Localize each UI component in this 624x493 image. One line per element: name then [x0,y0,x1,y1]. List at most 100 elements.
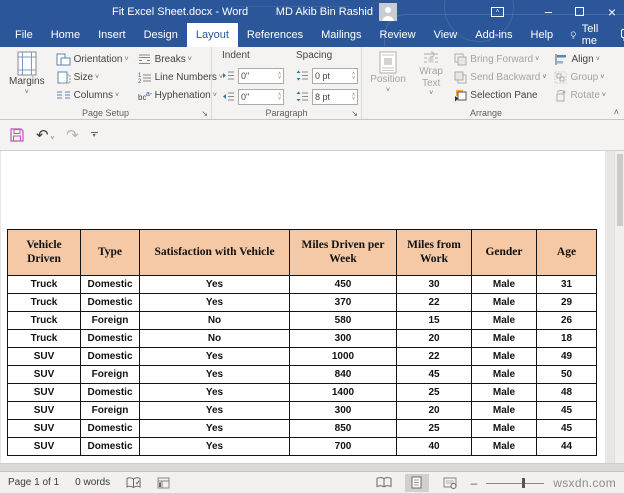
table-cell[interactable]: SUV [7,401,81,420]
hyphenation-button[interactable]: bc a- Hyphenation ˅ [137,86,223,104]
table-cell[interactable]: Male [471,383,537,402]
save-button[interactable] [10,128,24,142]
ribbon-display-options-button[interactable]: ˄ [491,0,504,23]
zoom-out-button[interactable]: – [471,476,478,490]
table-cell[interactable]: 700 [289,437,397,456]
table-cell[interactable]: Male [471,437,537,456]
tab-layout[interactable]: Layout [186,23,238,47]
table-cell[interactable]: Male [471,311,537,330]
table-cell[interactable]: 31 [536,275,597,294]
table-cell[interactable]: 450 [289,275,397,294]
table-cell[interactable]: Male [471,275,537,294]
dialog-launcher-icon[interactable]: ↘ [351,110,358,118]
table-cell[interactable]: 840 [289,365,397,384]
table-cell[interactable]: Male [471,347,537,366]
tab-design[interactable]: Design [135,23,187,47]
table-cell[interactable]: 40 [396,437,472,456]
indent-left-input[interactable]: 0" ˄ ˅ [238,67,284,84]
tab-file[interactable]: File [6,23,42,47]
scrollbar-thumb[interactable] [617,154,623,226]
table-cell[interactable]: Yes [139,365,290,384]
table-cell[interactable]: 45 [536,419,597,438]
send-backward-button[interactable]: Send Backward ˅ [454,68,546,86]
spacing-after-input[interactable]: 8 pt ˄ ˅ [312,88,358,105]
table-cell[interactable]: 25 [396,383,472,402]
table-cell[interactable]: Yes [139,293,290,312]
table-cell[interactable]: Foreign [80,311,140,330]
zoom-slider-thumb[interactable] [522,477,526,488]
table-cell[interactable]: 44 [536,437,597,456]
breaks-button[interactable]: Breaks ˅ [137,50,223,68]
close-button[interactable]: × [608,0,616,23]
proofing-status-button[interactable] [126,476,141,489]
table-cell[interactable]: 370 [289,293,397,312]
table-cell[interactable]: 18 [536,329,597,348]
read-mode-button[interactable] [372,474,396,492]
table-cell[interactable]: Domestic [80,383,140,402]
table-cell[interactable]: 20 [396,329,472,348]
table-cell[interactable]: Domestic [80,293,140,312]
rotate-button[interactable]: Rotate ˅ [554,86,606,104]
undo-button[interactable]: ↶ ˅ [36,126,54,144]
table-cell[interactable]: 15 [396,311,472,330]
table-cell[interactable]: 20 [396,401,472,420]
spinner-arrows-icon[interactable]: ˄ ˅ [352,71,355,80]
table-cell[interactable]: Truck [7,275,81,294]
minimize-button[interactable]: – [545,0,552,23]
customize-qat-button[interactable]: ▾ [90,132,98,139]
table-cell[interactable]: Domestic [80,437,140,456]
table-header-cell[interactable]: Miles Driven per Week [289,229,397,276]
maximize-button[interactable] [575,0,584,23]
table-cell[interactable]: 45 [396,365,472,384]
table-cell[interactable]: 25 [396,419,472,438]
tab-insert[interactable]: Insert [89,23,135,47]
table-header-cell[interactable]: Vehicle Driven [7,229,81,276]
table-cell[interactable]: 30 [396,275,472,294]
table-cell[interactable]: Truck [7,329,81,348]
indent-right-input[interactable]: 0" ˄ ˅ [238,88,284,105]
table-cell[interactable]: 49 [536,347,597,366]
table-cell[interactable]: Male [471,293,537,312]
table-cell[interactable]: 22 [396,347,472,366]
collapse-ribbon-button[interactable]: ˄ [614,107,619,117]
table-cell[interactable]: SUV [7,365,81,384]
table-cell[interactable]: SUV [7,419,81,438]
table-cell[interactable]: 45 [536,401,597,420]
table-cell[interactable]: 50 [536,365,597,384]
table-cell[interactable]: Yes [139,401,290,420]
zoom-slider[interactable] [486,477,545,489]
avatar[interactable] [379,0,397,23]
bring-forward-button[interactable]: Bring Forward ˅ [454,50,546,68]
columns-button[interactable]: Columns ˅ [56,86,129,104]
margins-button[interactable]: Margins ˅ [6,50,48,104]
macro-recording-button[interactable] [157,477,170,489]
document-page[interactable]: Vehicle Driven Type Satisfaction with Vehi… [1,151,605,463]
table-cell[interactable]: Male [471,401,537,420]
table-header-cell[interactable]: Gender [471,229,537,276]
spinner-arrows-icon[interactable]: ˄ ˅ [278,71,281,80]
table-cell[interactable]: SUV [7,347,81,366]
page-indicator[interactable]: Page 1 of 1 [8,477,59,488]
table-cell[interactable]: Yes [139,275,290,294]
table-cell[interactable]: No [139,329,290,348]
table-cell[interactable]: 22 [396,293,472,312]
table-header-cell[interactable]: Type [80,229,140,276]
table-cell[interactable]: 300 [289,329,397,348]
tab-home[interactable]: Home [42,23,89,47]
table-cell[interactable]: Domestic [80,329,140,348]
table-cell[interactable]: 850 [289,419,397,438]
spacing-before-input[interactable]: 0 pt ˄ ˅ [312,67,358,84]
table-header-cell[interactable]: Satisfaction with Vehicle [139,229,290,276]
table-cell[interactable]: Foreign [80,365,140,384]
selection-pane-button[interactable]: Selection Pane [454,86,546,104]
table-cell[interactable]: 580 [289,311,397,330]
spinner-arrows-icon[interactable]: ˄ ˅ [352,92,355,101]
table-cell[interactable]: SUV [7,383,81,402]
table-cell[interactable]: Truck [7,311,81,330]
wrap-text-button[interactable]: Wrap Text ˅ [416,50,446,104]
table-cell[interactable]: Yes [139,419,290,438]
table-cell[interactable]: Domestic [80,275,140,294]
table-cell[interactable]: Domestic [80,419,140,438]
group-button[interactable]: Group ˅ [554,68,606,86]
print-layout-button[interactable] [404,473,429,492]
